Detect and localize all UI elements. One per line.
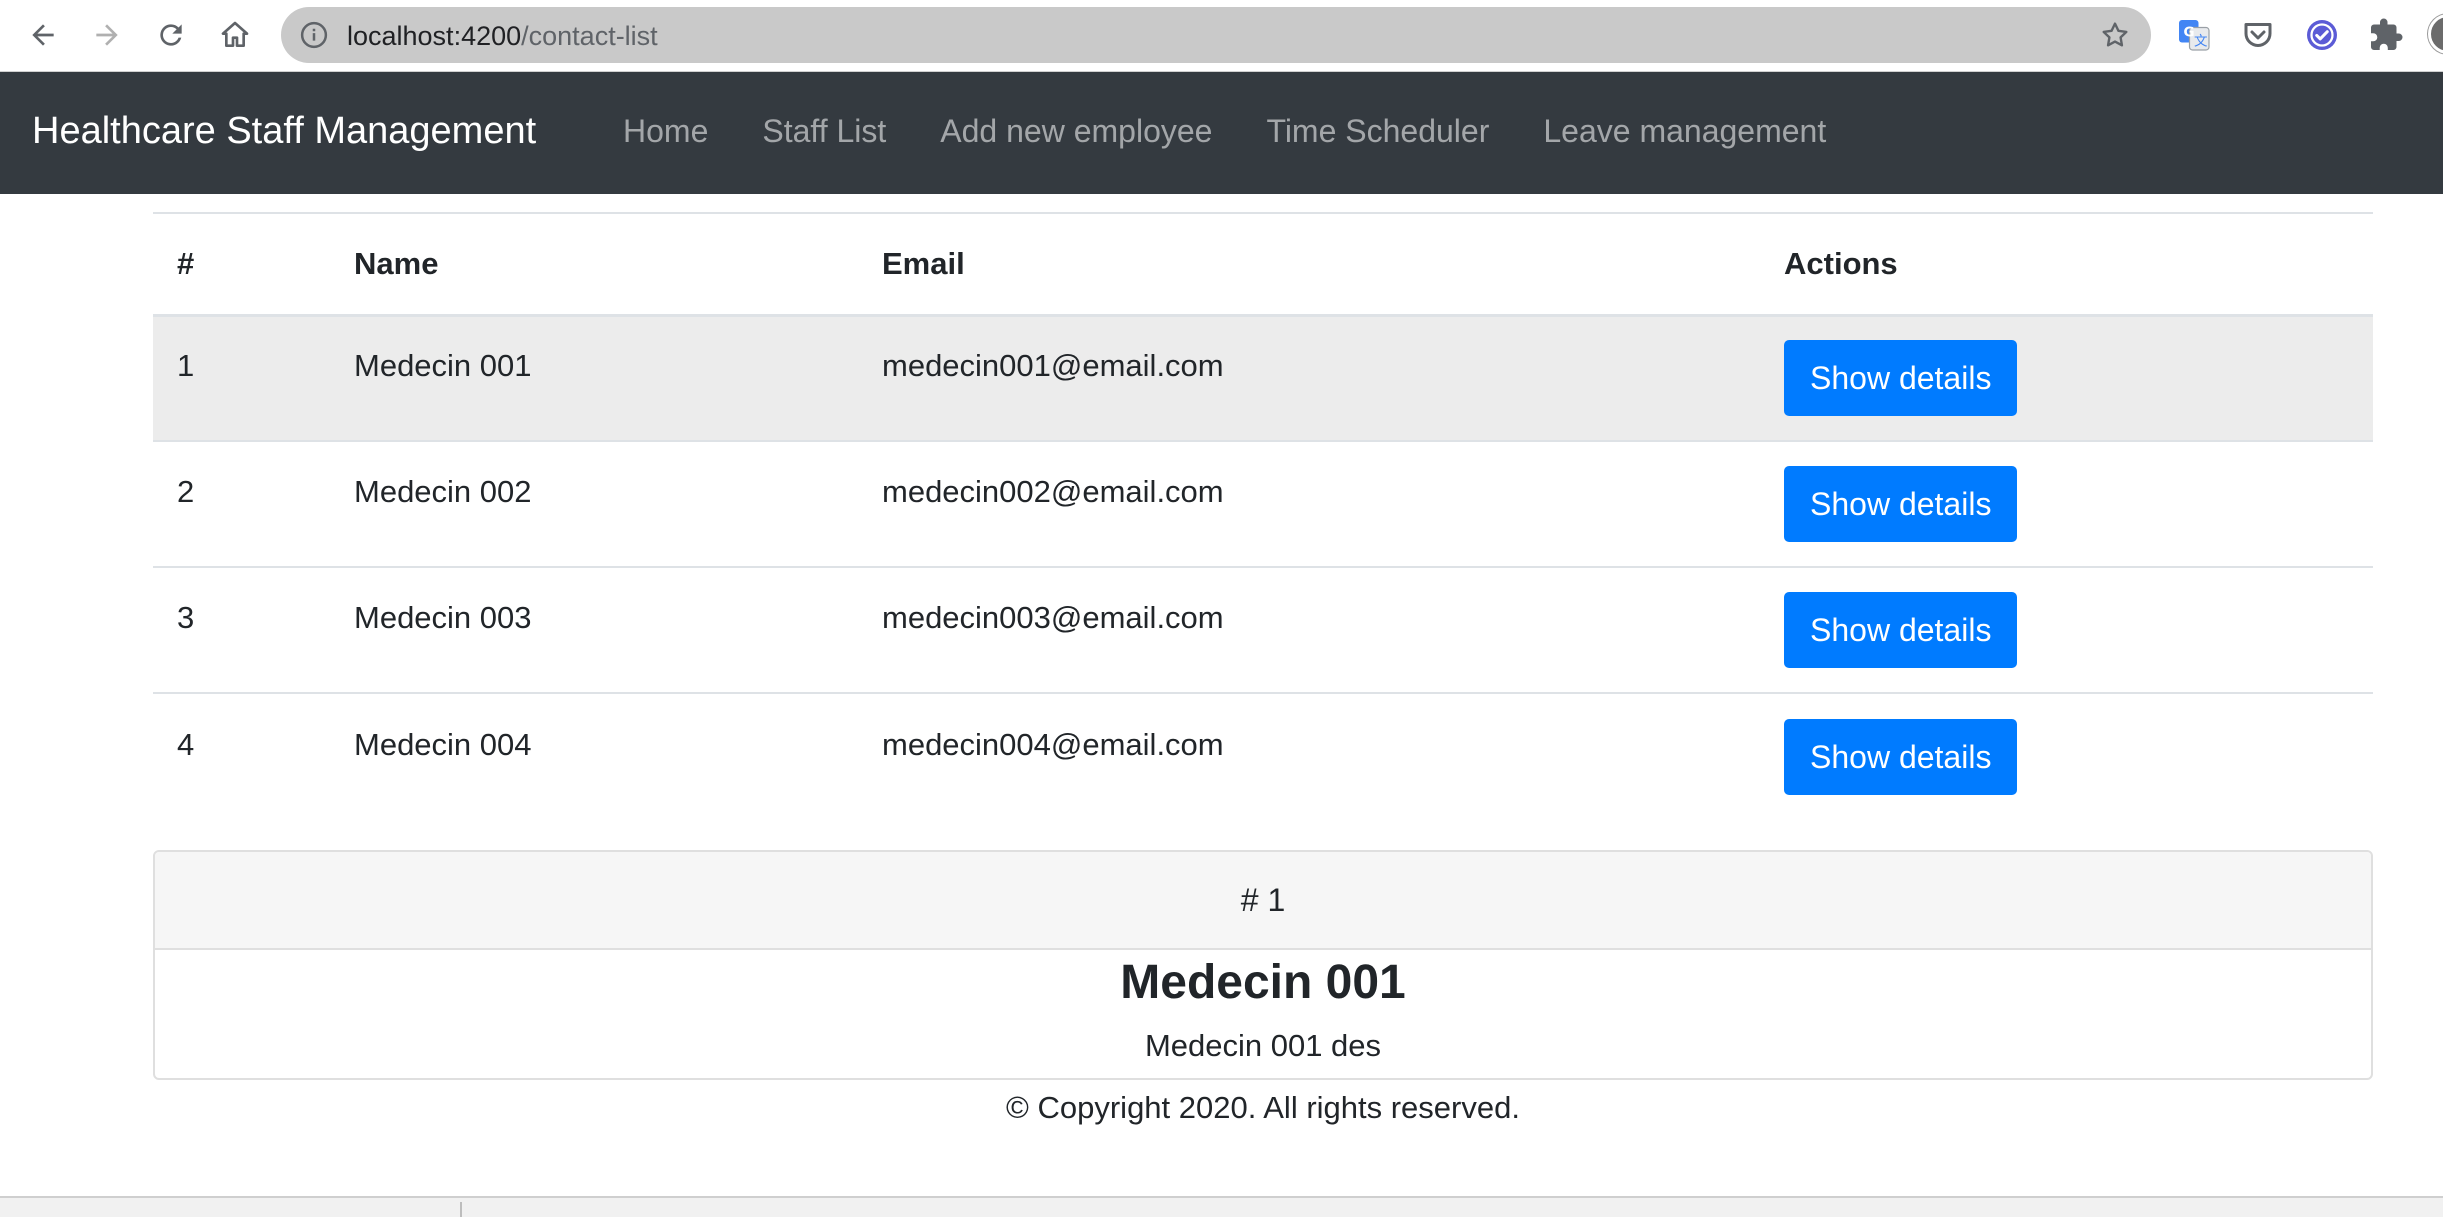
row-number-cell: 3	[153, 567, 330, 694]
back-arrow-icon[interactable]	[20, 12, 66, 58]
row-email-cell: medecin002@email.com	[858, 441, 1760, 568]
row-number: 3	[177, 600, 195, 635]
row-number-cell: 2	[153, 441, 330, 568]
svg-text:文: 文	[2194, 34, 2208, 50]
reload-icon[interactable]	[148, 12, 194, 58]
details-card-description: Medecin 001 des	[1144, 1028, 1382, 1063]
nav-link-time-scheduler[interactable]: Time Scheduler	[1266, 113, 1489, 150]
staff-table: # Name Email Actions 1 Medecin 001 medecin…	[153, 212, 2373, 819]
info-icon[interactable]	[299, 20, 329, 50]
address-bar[interactable]: localhost:4200/contact-list	[281, 7, 2151, 63]
bookmark-star-icon[interactable]	[2099, 19, 2131, 51]
details-card: # 1 Medecin 001 Medecin 001 des	[153, 850, 2373, 1080]
url-host: localhost:4200	[347, 21, 522, 51]
header-name: Name	[330, 212, 858, 317]
footer-copyright: © Copyright 2020. All rights reserved.	[1006, 1090, 1520, 1125]
nav-link-leave-management[interactable]: Leave management	[1543, 113, 1826, 150]
details-card-title: Medecin 001	[1120, 956, 1406, 1009]
url-path: /contact-list	[521, 21, 658, 51]
browser-toolbar: localhost:4200/contact-list G文	[0, 0, 2443, 72]
nav-link-home[interactable]: Home	[623, 113, 708, 150]
brand-title[interactable]: Healthcare Staff Management	[32, 110, 536, 153]
url-text: localhost:4200/contact-list	[347, 21, 658, 52]
staff-table-container: # Name Email Actions 1 Medecin 001 medecin…	[153, 212, 2373, 819]
row-name: Medecin 003	[354, 600, 532, 635]
nav-link-staff-list[interactable]: Staff List	[762, 113, 886, 150]
row-number: 4	[177, 726, 195, 762]
table-row: 1 Medecin 001 medecin001@email.com Show det…	[153, 315, 2373, 442]
row-name-cell: Medecin 004	[330, 693, 858, 819]
show-details-button[interactable]: Show details	[1784, 592, 2018, 668]
nav-links: Home Staff List Add new employee Time Sc…	[623, 113, 1880, 150]
google-translate-icon[interactable]: G文	[2176, 17, 2212, 53]
row-number-cell: 1	[153, 315, 330, 442]
row-actions-cell: Show details	[1760, 315, 2373, 442]
show-details-button[interactable]: Show details	[1784, 340, 2018, 417]
show-details-button[interactable]: Show details	[1784, 718, 2018, 795]
row-name: Medecin 002	[354, 474, 532, 509]
home-icon[interactable]	[212, 12, 258, 58]
row-email-cell: medecin004@email.com	[858, 693, 1760, 819]
details-card-header: # 1	[155, 852, 2371, 950]
row-email: medecin002@email.com	[882, 474, 1224, 509]
row-email-cell: medecin003@email.com	[858, 567, 1760, 694]
row-name: Medecin 001	[354, 348, 532, 384]
nav-link-add-employee[interactable]: Add new employee	[940, 113, 1212, 150]
table-header-row: # Name Email Actions	[153, 212, 2373, 317]
row-email: medecin001@email.com	[882, 348, 1224, 384]
row-number: 1	[177, 348, 195, 384]
forward-arrow-icon[interactable]	[84, 12, 130, 58]
row-actions-cell: Show details	[1760, 567, 2373, 694]
row-name-cell: Medecin 002	[330, 441, 858, 568]
row-name: Medecin 004	[354, 726, 532, 762]
header-email: Email	[858, 212, 1760, 317]
row-number-cell: 4	[153, 693, 330, 819]
browser-bottom-bar	[0, 1196, 2443, 1217]
table-row: 2 Medecin 002 medecin002@email.com Show det…	[153, 441, 2373, 568]
row-number: 2	[177, 474, 195, 509]
pocket-icon[interactable]	[2240, 17, 2276, 53]
profile-avatar[interactable]	[2428, 14, 2443, 54]
row-actions-cell: Show details	[1760, 441, 2373, 568]
check-shield-icon[interactable]	[2304, 17, 2340, 53]
row-name-cell: Medecin 003	[330, 567, 858, 694]
bottom-bar-divider	[460, 1202, 462, 1217]
header-actions: Actions	[1760, 212, 2373, 317]
puzzle-extensions-icon[interactable]	[2368, 17, 2404, 53]
app-navbar: Healthcare Staff Management Home Staff L…	[0, 72, 2443, 194]
table-row: 4 Medecin 004 medecin004@email.com Show det…	[153, 693, 2373, 819]
table-row: 3 Medecin 003 medecin003@email.com Show det…	[153, 567, 2373, 694]
row-actions-cell: Show details	[1760, 693, 2373, 819]
svg-text:G: G	[2184, 25, 2195, 41]
header-number: #	[153, 212, 330, 317]
row-name-cell: Medecin 001	[330, 315, 858, 442]
row-email: medecin003@email.com	[882, 600, 1224, 635]
row-email: medecin004@email.com	[882, 726, 1224, 762]
show-details-button[interactable]: Show details	[1784, 466, 2018, 542]
row-email-cell: medecin001@email.com	[858, 315, 1760, 442]
